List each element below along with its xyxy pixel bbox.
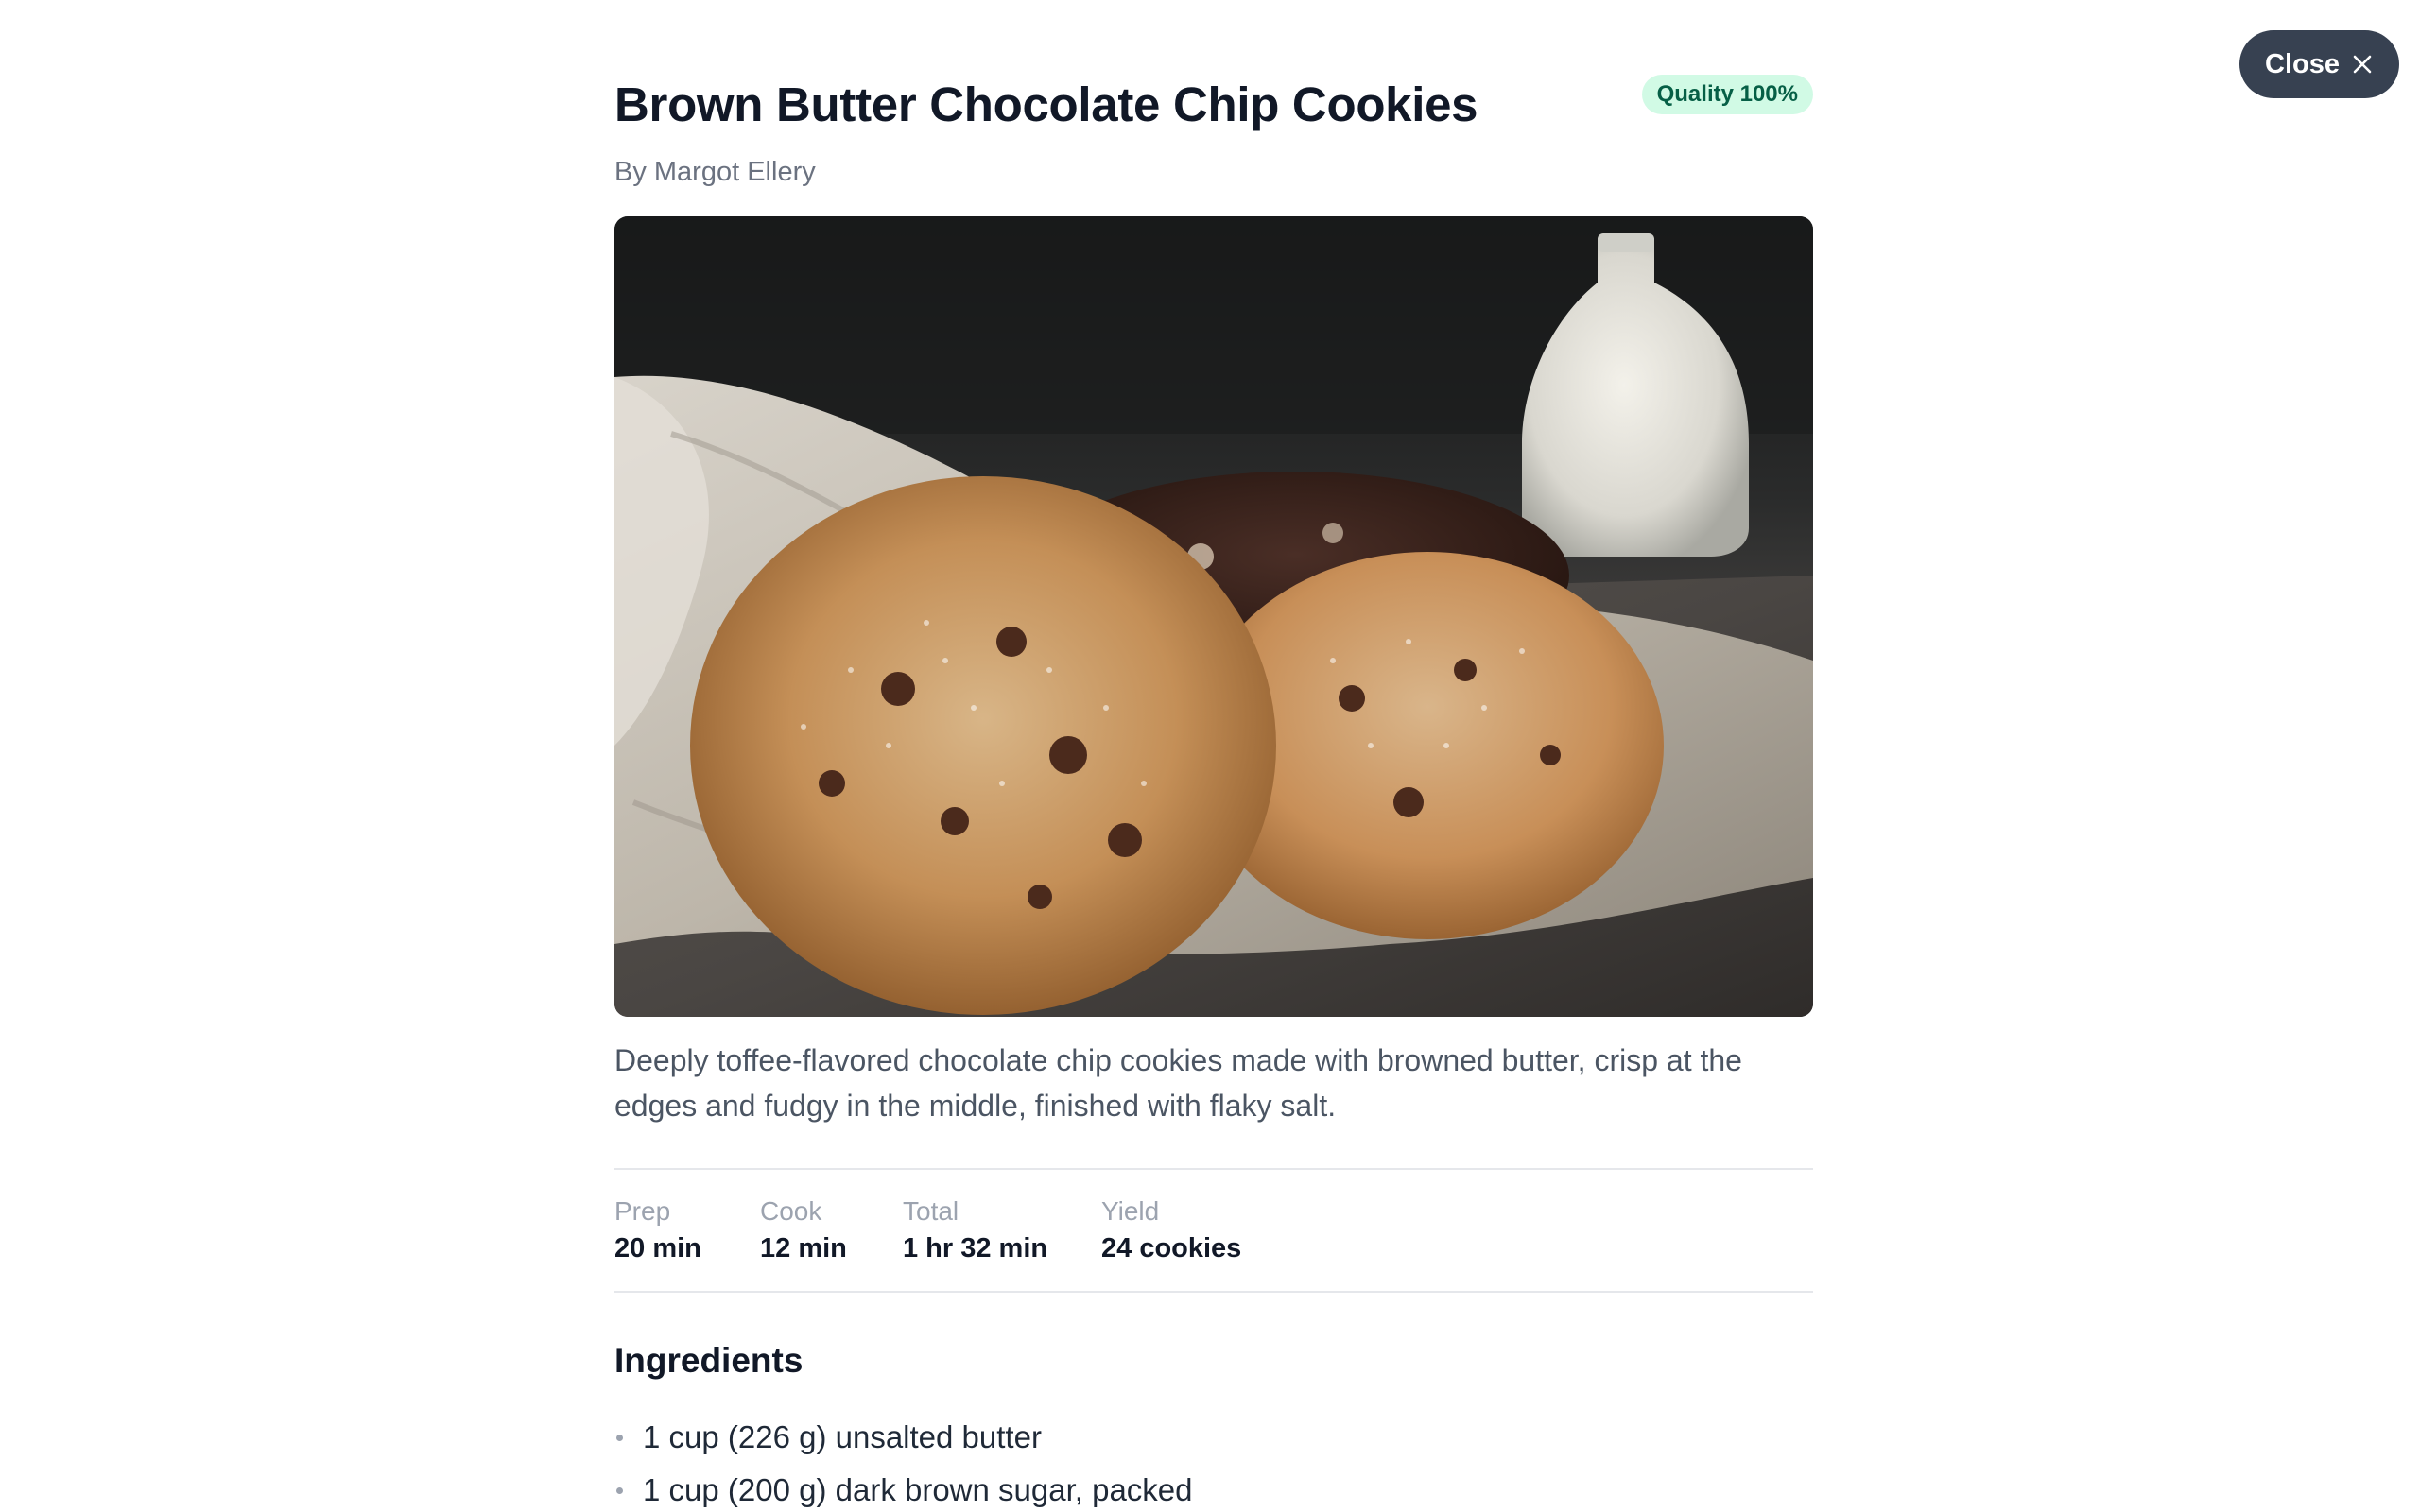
time-prep: Prep 20 min (614, 1194, 701, 1267)
time-label: Prep (614, 1196, 671, 1226)
bullet-icon (616, 1487, 623, 1494)
quality-badge: Quality 100% (1641, 75, 1813, 114)
time-value: 12 min (760, 1233, 847, 1263)
time-value: 24 cookies (1101, 1233, 1242, 1263)
time-value: 20 min (614, 1233, 701, 1263)
close-button[interactable]: Close (2239, 30, 2399, 98)
close-icon (2353, 55, 2372, 74)
recipe-hero-image (614, 216, 1813, 1017)
recipe-title: Brown Butter Chocolate Chip Cookies (614, 77, 1478, 131)
recipe-content: Brown Butter Chocolate Chip Cookies Qual… (614, 0, 1813, 1507)
bullet-icon (616, 1435, 623, 1441)
divider-bottom (614, 1291, 1813, 1293)
time-label: Yield (1101, 1196, 1160, 1226)
time-value: 1 hr 32 min (903, 1233, 1048, 1263)
ingredients-heading: Ingredients (614, 1341, 804, 1380)
close-label: Close (2265, 48, 2340, 79)
ingredient-item: 1 cup (200 g) dark brown sugar, packed (614, 1466, 1193, 1512)
time-label: Cook (760, 1196, 822, 1226)
cookies-photo (614, 216, 1813, 1017)
ingredient-list: 1 cup (226 g) unsalted butter 1 cup (200… (614, 1413, 1193, 1512)
ingredient-item: 1 cup (226 g) unsalted butter (614, 1413, 1193, 1466)
divider-top (614, 1168, 1813, 1170)
time-yield: Yield 24 cookies (1101, 1194, 1241, 1267)
time-cook: Cook 12 min (760, 1194, 847, 1267)
ingredient-text: 1 cup (226 g) unsalted butter (643, 1419, 1042, 1454)
recipe-description: Deeply toffee-flavored chocolate chip co… (614, 1043, 1742, 1123)
recipe-page: Close Brown Butter Chocolate Chip Cookie… (0, 0, 2420, 1512)
time-total: Total 1 hr 32 min (903, 1194, 1047, 1267)
ingredient-text: 1 cup (200 g) dark brown sugar, packed (643, 1472, 1193, 1507)
time-label: Total (903, 1196, 959, 1226)
recipe-author: By Margot Ellery (614, 157, 816, 187)
recipe-header: Brown Butter Chocolate Chip Cookies Qual… (614, 0, 1813, 187)
